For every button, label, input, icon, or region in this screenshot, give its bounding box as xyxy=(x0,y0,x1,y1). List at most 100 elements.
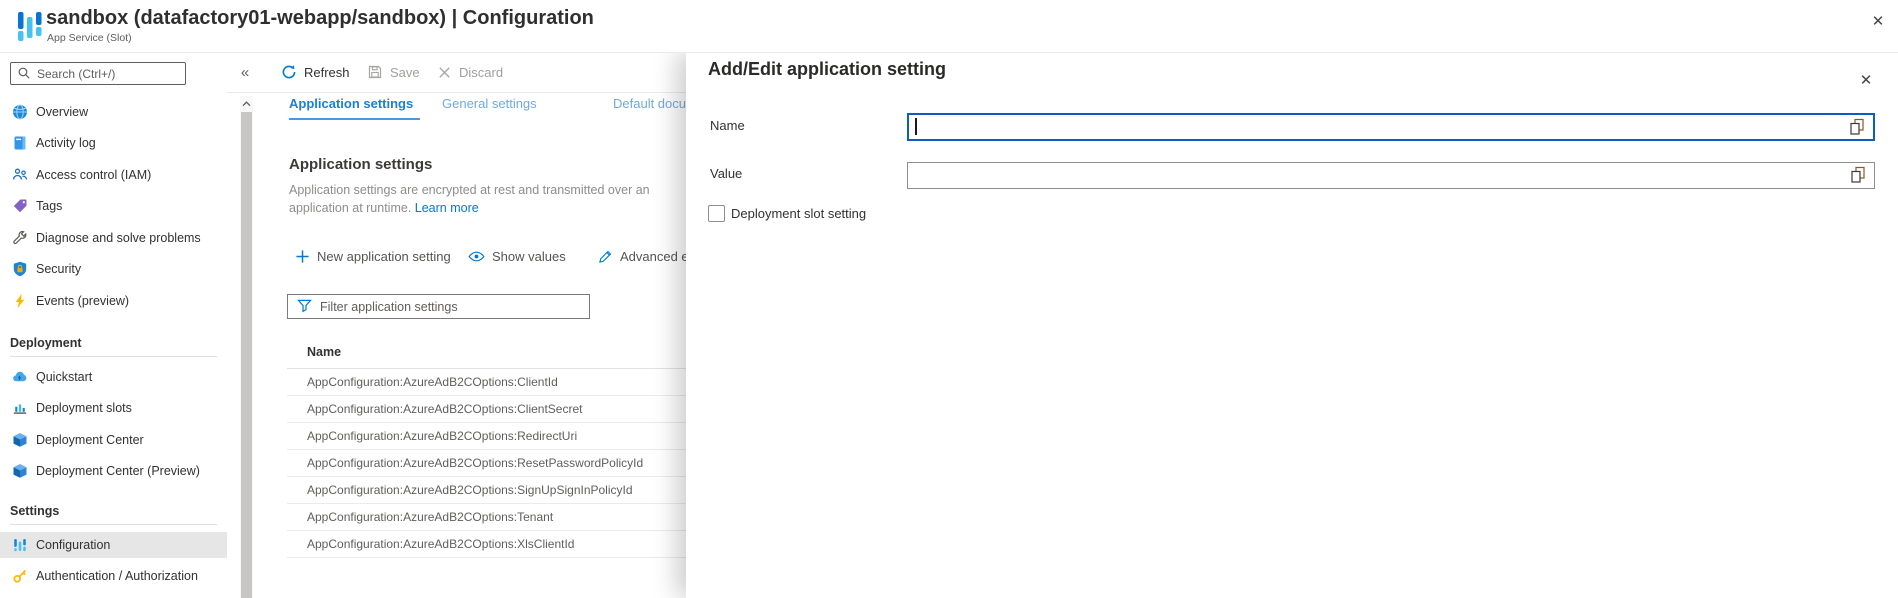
value-label: Value xyxy=(710,166,742,181)
panel-title: Add/Edit application setting xyxy=(708,59,946,80)
table-row[interactable]: AppConfiguration:AzureAdB2COptions:SignU… xyxy=(287,477,686,504)
scrollbar-thumb[interactable] xyxy=(241,112,252,598)
sidebar-item-label: Tags xyxy=(0,199,62,213)
configuration-pane: « Refresh Save Discard Application setti… xyxy=(227,52,686,598)
sidebar-section-settings: Settings xyxy=(10,504,59,518)
sidebar-item-deployment-center[interactable]: Deployment Center xyxy=(0,427,227,453)
blade-header: sandbox (datafactory01-webapp/sandbox) |… xyxy=(0,0,1898,53)
save-label: Save xyxy=(390,65,420,80)
plus-icon xyxy=(295,249,310,264)
cube-icon xyxy=(12,463,28,479)
page-title: sandbox (datafactory01-webapp/sandbox) |… xyxy=(46,7,594,30)
refresh-label: Refresh xyxy=(304,65,350,80)
sidebar-item-quickstart[interactable]: Quickstart xyxy=(0,364,227,390)
advanced-edit-button[interactable]: Advanced edit xyxy=(598,245,686,267)
save-button[interactable]: Save xyxy=(367,61,420,83)
tab-general-settings[interactable]: General settings xyxy=(442,96,537,118)
active-tab-underline xyxy=(289,118,420,120)
table-row[interactable]: AppConfiguration:AzureAdB2COptions:Tenan… xyxy=(287,504,686,531)
page-subtitle: App Service (Slot) xyxy=(47,32,132,44)
app-service-slot-icon xyxy=(17,9,43,45)
copy-icon[interactable] xyxy=(1849,166,1867,184)
refresh-button[interactable]: Refresh xyxy=(281,61,350,83)
sidebar: Overview Activity log Access control (IA… xyxy=(0,52,227,598)
sidebar-item-label: Diagnose and solve problems xyxy=(0,231,201,245)
value-field-border xyxy=(907,162,1875,189)
sidebar-item-authentication[interactable]: Authentication / Authorization xyxy=(0,563,227,589)
sidebar-item-security[interactable]: Security xyxy=(0,256,227,282)
name-label: Name xyxy=(710,118,745,133)
tag-icon xyxy=(12,198,28,214)
show-values-label: Show values xyxy=(492,249,566,264)
scroll-up-arrow[interactable] xyxy=(240,96,253,111)
sidebar-item-access-control[interactable]: Access control (IAM) xyxy=(0,162,227,188)
filter-box xyxy=(287,294,590,319)
description-line1: Application settings are encrypted at re… xyxy=(289,183,650,197)
table-row[interactable]: AppConfiguration:AzureAdB2COptions:Clien… xyxy=(287,369,686,396)
sidebar-item-deployment-center-preview[interactable]: Deployment Center (Preview) xyxy=(0,458,227,484)
filter-input[interactable] xyxy=(318,297,586,316)
sidebar-item-activity-log[interactable]: Activity log xyxy=(0,130,227,156)
discard-label: Discard xyxy=(459,65,503,80)
content-scrollbar[interactable] xyxy=(240,96,253,598)
sidebar-item-deployment-slots[interactable]: Deployment slots xyxy=(0,395,227,421)
new-setting-label: New application setting xyxy=(317,249,451,264)
sidebar-item-overview[interactable]: Overview xyxy=(0,99,227,125)
eye-icon xyxy=(468,249,485,264)
divider xyxy=(10,356,217,357)
divider xyxy=(10,524,217,525)
collapse-menu-button[interactable]: « xyxy=(235,61,255,83)
table-row[interactable]: AppConfiguration:AzureAdB2COptions:Clien… xyxy=(287,396,686,423)
panel-close-button[interactable]: ✕ xyxy=(1854,68,1878,92)
text-cursor xyxy=(915,118,917,135)
search-icon xyxy=(17,66,31,80)
copy-icon[interactable] xyxy=(1848,118,1866,136)
search-input[interactable] xyxy=(35,64,185,83)
deployment-slot-checkbox[interactable] xyxy=(708,205,725,222)
value-input[interactable] xyxy=(916,165,1844,185)
name-input[interactable] xyxy=(917,117,1843,137)
configuration-sliders-icon xyxy=(12,537,28,553)
section-heading: Application settings xyxy=(289,156,432,173)
sidebar-item-configuration[interactable]: Configuration xyxy=(0,532,227,558)
pencil-icon xyxy=(598,249,613,264)
sidebar-item-diagnose[interactable]: Diagnose and solve problems xyxy=(0,225,227,251)
save-icon xyxy=(367,64,383,80)
learn-more-link[interactable]: Learn more xyxy=(415,201,479,215)
sidebar-item-label: Authentication / Authorization xyxy=(0,569,198,583)
add-edit-setting-panel: Add/Edit application setting ✕ Name Valu… xyxy=(686,52,1898,598)
tab-application-settings[interactable]: Application settings xyxy=(289,96,413,118)
key-icon xyxy=(12,568,28,584)
description-line2: application at runtime. Learn more xyxy=(289,201,479,215)
table-row[interactable]: AppConfiguration:AzureAdB2COptions:XlsCl… xyxy=(287,531,686,558)
sidebar-search xyxy=(10,62,186,85)
advanced-edit-label: Advanced edit xyxy=(620,249,686,264)
discard-x-icon xyxy=(437,65,452,80)
filter-funnel-icon xyxy=(297,299,312,313)
deployment-slot-checkbox-label: Deployment slot setting xyxy=(731,206,866,221)
sidebar-item-events[interactable]: Events (preview) xyxy=(0,288,227,314)
globe-icon xyxy=(12,104,28,120)
discard-button[interactable]: Discard xyxy=(437,61,503,83)
lightning-icon xyxy=(12,293,28,309)
refresh-icon xyxy=(281,64,297,80)
wrench-icon xyxy=(12,230,28,246)
blade-close-button[interactable]: ✕ xyxy=(1866,9,1890,33)
tab-default-documents[interactable]: Default documents xyxy=(613,96,686,118)
table-row[interactable]: AppConfiguration:AzureAdB2COptions:Reset… xyxy=(287,450,686,477)
show-values-button[interactable]: Show values xyxy=(468,245,566,267)
cloud-icon xyxy=(12,369,28,385)
divider xyxy=(227,92,686,93)
people-icon xyxy=(12,167,28,183)
azure-portal-blade: sandbox (datafactory01-webapp/sandbox) |… xyxy=(0,0,1898,598)
new-application-setting-button[interactable]: New application setting xyxy=(295,245,451,267)
cube-icon xyxy=(12,432,28,448)
slots-chart-icon xyxy=(12,400,28,416)
sidebar-item-tags[interactable]: Tags xyxy=(0,193,227,219)
shield-icon xyxy=(12,261,28,277)
activity-log-icon xyxy=(12,135,28,151)
sidebar-item-label: Deployment Center (Preview) xyxy=(0,464,200,478)
sidebar-section-deployment: Deployment xyxy=(10,336,82,350)
table-row[interactable]: AppConfiguration:AzureAdB2COptions:Redir… xyxy=(287,423,686,450)
name-field-border xyxy=(907,113,1875,141)
